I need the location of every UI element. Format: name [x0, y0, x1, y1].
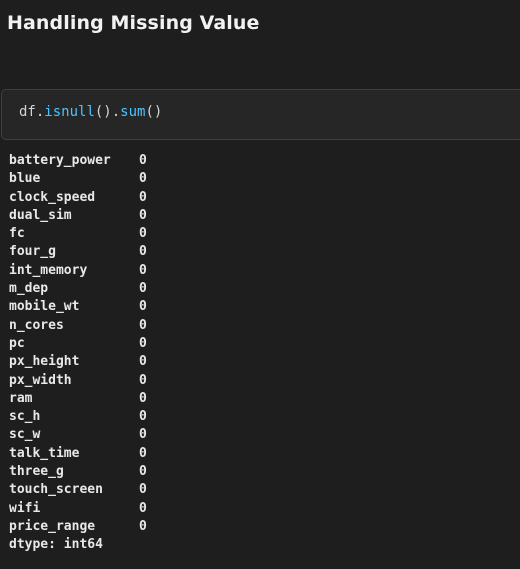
output-column-name: pc: [9, 335, 25, 351]
output-column-name: talk_time: [9, 445, 80, 461]
output-null-count: 0: [139, 207, 147, 223]
output-row: pc 0: [9, 335, 147, 353]
output-null-count: 0: [139, 354, 147, 370]
output-column-name: price_range: [9, 518, 96, 534]
output-row: wifi 0: [9, 500, 147, 518]
output-column-name: sc_w: [9, 427, 41, 443]
output-column-name: n_cores: [9, 317, 64, 333]
code-function-isnull: isnull: [44, 104, 95, 120]
output-column-name: ram: [9, 390, 33, 406]
code-parentheses: (): [94, 104, 112, 120]
output-row: clock_speed 0: [9, 189, 147, 207]
output-column-name: px_width: [9, 372, 72, 388]
output-row: ram 0: [9, 390, 147, 408]
output-column-name: clock_speed: [9, 189, 96, 205]
output-row: mobile_wt 0: [9, 298, 147, 316]
output-null-count: 0: [139, 153, 147, 168]
code-variable: df: [19, 104, 36, 120]
output-row: sc_w 0: [9, 426, 147, 444]
output-row: blue 0: [9, 170, 147, 188]
output-row: touch_screen 0: [9, 481, 147, 499]
output-column-name: four_g: [9, 244, 56, 260]
output-column-name: px_height: [9, 354, 80, 370]
output-row: battery_power 0: [9, 152, 147, 170]
output-null-count: 0: [139, 372, 147, 388]
code-cell[interactable]: df.isnull().sum(): [1, 89, 520, 140]
output-null-count: 0: [139, 464, 147, 480]
output-dtype: dtype: int64: [9, 537, 103, 553]
output-row: three_g 0: [9, 463, 147, 481]
output-row: px_height 0: [9, 353, 147, 371]
output-null-count: 0: [139, 335, 147, 351]
output-column-name: int_memory: [9, 262, 88, 278]
output-column-name: sc_h: [9, 409, 41, 425]
output-row: px_width 0: [9, 372, 147, 390]
output-null-count: 0: [139, 445, 147, 461]
output-null-count: 0: [139, 409, 147, 425]
output-column-name: touch_screen: [9, 482, 103, 498]
output-rows: battery_power 0 blue 0 clock_speed 0 dual_sim 0…: [9, 152, 147, 536]
code-dot: .: [111, 104, 121, 120]
output-row: m_dep 0: [9, 280, 147, 298]
output-column-name: blue: [9, 171, 41, 187]
output-column-name: dual_sim: [9, 207, 72, 223]
output-null-count: 0: [139, 171, 147, 187]
output-null-count: 0: [139, 390, 147, 406]
cell-output: battery_power 0 blue 0 clock_speed 0 dual_sim 0…: [9, 152, 147, 555]
output-null-count: 0: [139, 500, 147, 516]
output-null-count: 0: [139, 262, 147, 278]
output-row: four_g 0: [9, 243, 147, 261]
output-column-name: three_g: [9, 464, 64, 480]
output-null-count: 0: [139, 482, 147, 498]
code-line[interactable]: df.isnull().sum(): [19, 103, 162, 121]
output-null-count: 0: [139, 427, 147, 443]
code-parentheses: (): [145, 104, 163, 120]
output-column-name: wifi: [9, 500, 41, 516]
output-null-count: 0: [139, 299, 147, 315]
output-row: int_memory 0: [9, 262, 147, 280]
output-null-count: 0: [139, 317, 147, 333]
output-row: fc 0: [9, 225, 147, 243]
output-row: n_cores 0: [9, 317, 147, 335]
output-row: sc_h 0: [9, 408, 147, 426]
output-column-name: m_dep: [9, 281, 49, 297]
output-row: dual_sim 0: [9, 207, 147, 225]
output-column-name: mobile_wt: [9, 299, 80, 315]
output-null-count: 0: [139, 281, 147, 297]
output-row: talk_time 0: [9, 445, 147, 463]
code-function-sum: sum: [120, 104, 146, 120]
output-row: price_range 0: [9, 518, 147, 536]
output-column-name: fc: [9, 226, 25, 242]
output-null-count: 0: [139, 244, 147, 260]
output-column-name: battery_power: [9, 153, 111, 168]
output-null-count: 0: [139, 189, 147, 205]
section-heading: Handling Missing Value: [7, 12, 260, 34]
output-null-count: 0: [139, 518, 147, 534]
output-null-count: 0: [139, 226, 147, 242]
